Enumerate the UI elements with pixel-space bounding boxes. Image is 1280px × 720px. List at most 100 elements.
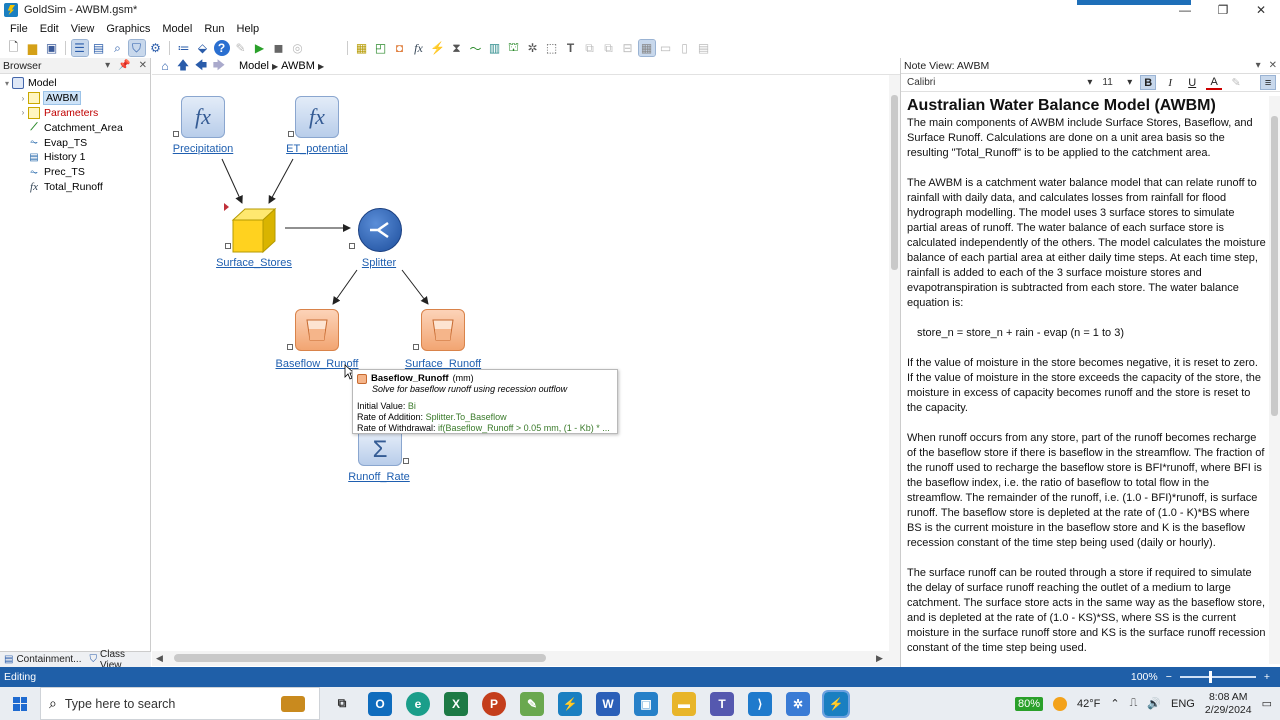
notification-icon[interactable]: ▭ (1262, 697, 1272, 710)
weather-temp[interactable]: 42°F (1077, 698, 1100, 710)
zoom-slider[interactable] (1179, 671, 1256, 683)
file-explorer-icon[interactable]: ▬ (672, 691, 696, 716)
vscode-icon[interactable]: ⟩ (748, 691, 772, 716)
close-button[interactable]: ✕ (1242, 0, 1280, 20)
menu-help[interactable]: Help (231, 23, 266, 35)
delay-tool-icon[interactable]: ⧗ (449, 40, 465, 56)
minimize-button[interactable]: — (1166, 0, 1204, 20)
word-icon[interactable]: W (596, 691, 620, 716)
chevron-up-icon[interactable]: ⌃ (1110, 697, 1119, 710)
clock[interactable]: 8:08 AM 2/29/2024 (1205, 691, 1252, 717)
pencil-app-icon[interactable]: ✎ (520, 691, 544, 716)
align-left-button[interactable]: ≡ (1260, 75, 1277, 90)
menu-edit[interactable]: Edit (34, 23, 65, 35)
expand-icon[interactable]: › (18, 108, 28, 117)
stop-icon[interactable]: ◼ (271, 40, 287, 56)
new-file-icon[interactable]: 🗋 (6, 40, 22, 56)
volume-icon[interactable]: 🔊 (1147, 697, 1161, 710)
precipitation-element[interactable]: fx (181, 96, 225, 138)
scroll-thumb[interactable] (1271, 116, 1278, 416)
edge-icon[interactable]: e (406, 691, 430, 716)
pool-tool-icon[interactable]: ◘ (392, 40, 408, 56)
grid-toggle-icon[interactable]: ▦ (637, 39, 656, 57)
text-tool-icon[interactable]: T (563, 40, 579, 56)
task-view-icon[interactable]: ⧉ (330, 692, 354, 716)
et-potential-label[interactable]: ET_potential (286, 143, 348, 155)
expand-icon[interactable]: › (18, 94, 28, 103)
teams-icon[interactable]: T (710, 691, 734, 716)
browser-toggle-icon[interactable]: ☰ (70, 39, 89, 57)
italic-button[interactable]: I (1162, 75, 1178, 90)
splitter-label[interactable]: Splitter (362, 257, 396, 269)
maximize-button[interactable]: ❐ (1204, 0, 1242, 20)
splitter-element[interactable] (358, 208, 402, 252)
powerpoint-icon[interactable]: P (482, 691, 506, 716)
zoom-out-icon[interactable]: − (1166, 671, 1172, 683)
surface-stores-label[interactable]: Surface_Stores (216, 257, 292, 269)
model-canvas[interactable]: fx Precipitation fx ET_potential Surface… (152, 75, 889, 651)
font-size-select[interactable]: 11 ▾ (1100, 76, 1134, 90)
menu-run[interactable]: Run (198, 23, 230, 35)
select-area-icon[interactable]: ⬚ (544, 40, 560, 56)
up-arrow-icon[interactable]: 🡅 (176, 58, 190, 73)
close-pane-icon[interactable]: ✕ (139, 60, 147, 71)
forward-arrow-icon[interactable]: 🡆 (212, 58, 226, 73)
note-content[interactable]: Australian Water Balance Model (AWBM) Th… (907, 96, 1267, 660)
baseflow-runoff-element[interactable] (295, 309, 339, 351)
scroll-thumb[interactable] (891, 95, 898, 270)
start-button[interactable] (0, 687, 40, 720)
options-gear-icon[interactable]: ⚙ (148, 40, 164, 56)
breadcrumb-model[interactable]: Model (236, 60, 272, 72)
tree-item-catchment-area[interactable]: ⟋ Catchment_Area (0, 120, 150, 135)
collapse-icon[interactable]: ▾ (2, 79, 12, 88)
home-icon[interactable]: ⌂ (158, 59, 172, 73)
language-indicator[interactable]: ENG (1171, 698, 1195, 710)
pin-icon[interactable]: 📌 (118, 60, 130, 71)
menu-graphics[interactable]: Graphics (100, 23, 156, 35)
back-arrow-icon[interactable]: 🡄 (194, 58, 208, 73)
underline-button[interactable]: U (1184, 75, 1200, 90)
tree-item-evap-ts[interactable]: ⏦ Evap_TS (0, 135, 150, 150)
note-vertical-scrollbar[interactable] (1269, 96, 1280, 664)
tab-containment[interactable]: ▤ Containment... (0, 654, 86, 665)
taskbar-search[interactable]: ⌕ Type here to search (40, 687, 320, 720)
tree-item-total-runoff[interactable]: fx Total_Runoff (0, 180, 150, 195)
goldsim-taskbar-icon[interactable]: ⚡ (558, 691, 582, 716)
menu-file[interactable]: File (4, 23, 34, 35)
goldsim-active-icon[interactable]: ⚡ (822, 689, 850, 718)
zoom-in-icon[interactable]: + (1264, 671, 1270, 683)
settings-tool-icon[interactable]: ✲ (525, 40, 541, 56)
expression-tool-icon[interactable]: fx (411, 40, 427, 56)
battery-indicator[interactable]: 80% (1015, 696, 1044, 711)
tree-item-model[interactable]: ▾ Model (0, 76, 150, 91)
help-icon[interactable]: ? (213, 40, 230, 56)
runoff-rate-element[interactable]: Σ (358, 434, 402, 466)
scroll-left-icon[interactable]: ◀ (156, 653, 163, 664)
remote-icon[interactable]: ▣ (634, 691, 658, 716)
menu-view[interactable]: View (65, 23, 101, 35)
event-tool-icon[interactable]: ⚡ (430, 40, 446, 56)
tree-item-history-1[interactable]: ▤ History 1 (0, 150, 150, 165)
surface-stores-element[interactable] (229, 206, 277, 254)
table-tool-icon[interactable]: ▥ (487, 40, 503, 56)
bold-button[interactable]: B (1140, 75, 1157, 90)
tag-icon[interactable]: ⬙ (195, 40, 211, 56)
bank-tool-icon[interactable]: ⛫ (506, 40, 522, 56)
close-pane-icon[interactable]: ✕ (1269, 60, 1277, 71)
chart-tool-icon[interactable]: 〜 (468, 40, 484, 56)
outlook-icon[interactable]: O (368, 691, 392, 716)
find-icon[interactable]: ⌕ (110, 40, 126, 56)
run-icon[interactable]: ▶ (252, 40, 268, 56)
dropdown-icon[interactable]: ▾ (1256, 60, 1261, 71)
tree-item-awbm[interactable]: › AWBM (0, 91, 150, 106)
runoff-rate-label[interactable]: Runoff_Rate (348, 471, 410, 483)
surface-runoff-element[interactable] (421, 309, 465, 351)
scroll-right-icon[interactable]: ▶ (876, 653, 883, 664)
filter-icon[interactable]: ⛉ (127, 39, 146, 57)
excel-icon[interactable]: X (444, 691, 468, 716)
weather-icon[interactable] (1053, 696, 1068, 711)
font-color-button[interactable]: A (1206, 75, 1223, 90)
tree-item-parameters[interactable]: › Parameters (0, 106, 150, 121)
menu-model[interactable]: Model (156, 23, 198, 35)
precipitation-label[interactable]: Precipitation (173, 143, 234, 155)
